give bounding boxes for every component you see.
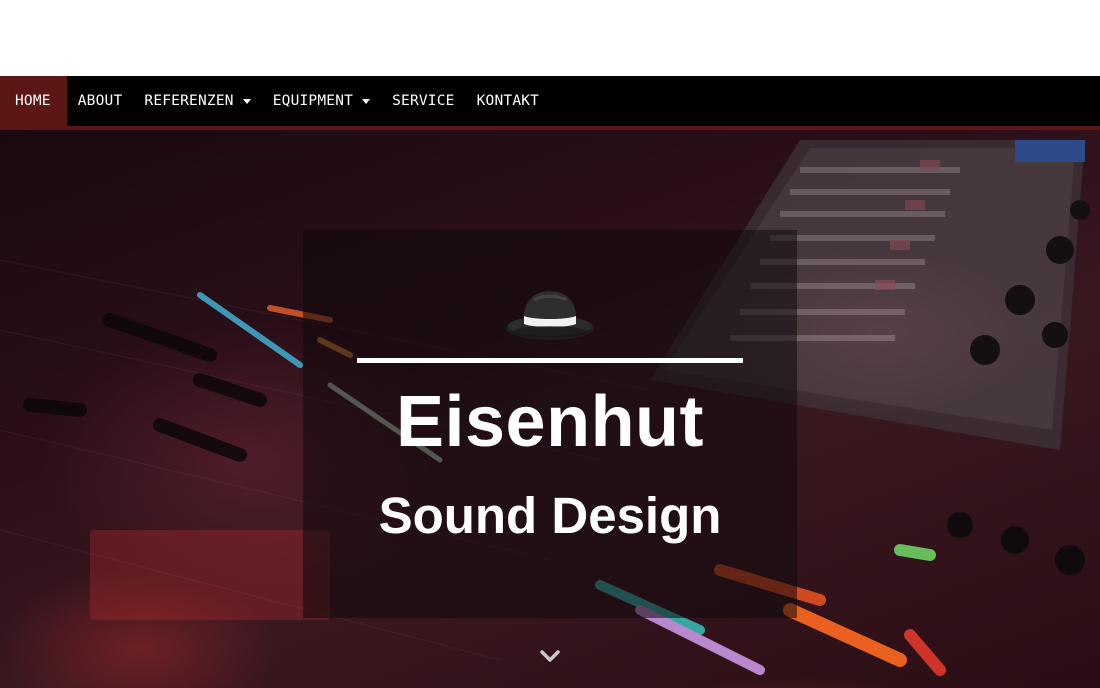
chevron-down-icon[interactable] <box>539 648 561 664</box>
nav-item-referenzen[interactable]: REFERENZEN <box>133 76 261 126</box>
nav-label-service: SERVICE <box>392 93 455 109</box>
nav-label-about: ABOUT <box>77 93 123 109</box>
main-navigation: HOME ABOUT REFERENZEN EQUIPMENT SERVICE … <box>0 76 1100 126</box>
hero-title: Eisenhut <box>395 382 705 462</box>
nav-label-home: HOME <box>15 93 51 109</box>
fedora-hat-icon <box>506 291 594 340</box>
hero-subtitle: Sound Design <box>378 487 722 544</box>
nav-label-referenzen: REFERENZEN <box>144 93 234 109</box>
nav-label-equipment: EQUIPMENT <box>272 93 354 109</box>
caret-down-icon <box>242 98 251 104</box>
nav-item-kontakt[interactable]: KONTAKT <box>466 76 551 126</box>
top-whitespace <box>0 0 1100 76</box>
caret-down-icon <box>362 98 371 104</box>
nav-label-kontakt: KONTAKT <box>476 93 540 109</box>
nav-item-equipment[interactable]: EQUIPMENT <box>262 76 381 126</box>
nav-item-about[interactable]: ABOUT <box>67 76 134 126</box>
nav-item-service[interactable]: SERVICE <box>381 76 466 126</box>
nav-item-home[interactable]: HOME <box>0 76 67 126</box>
title-divider <box>357 358 743 363</box>
hero-section: Eisenhut Sound Design <box>0 130 1100 688</box>
